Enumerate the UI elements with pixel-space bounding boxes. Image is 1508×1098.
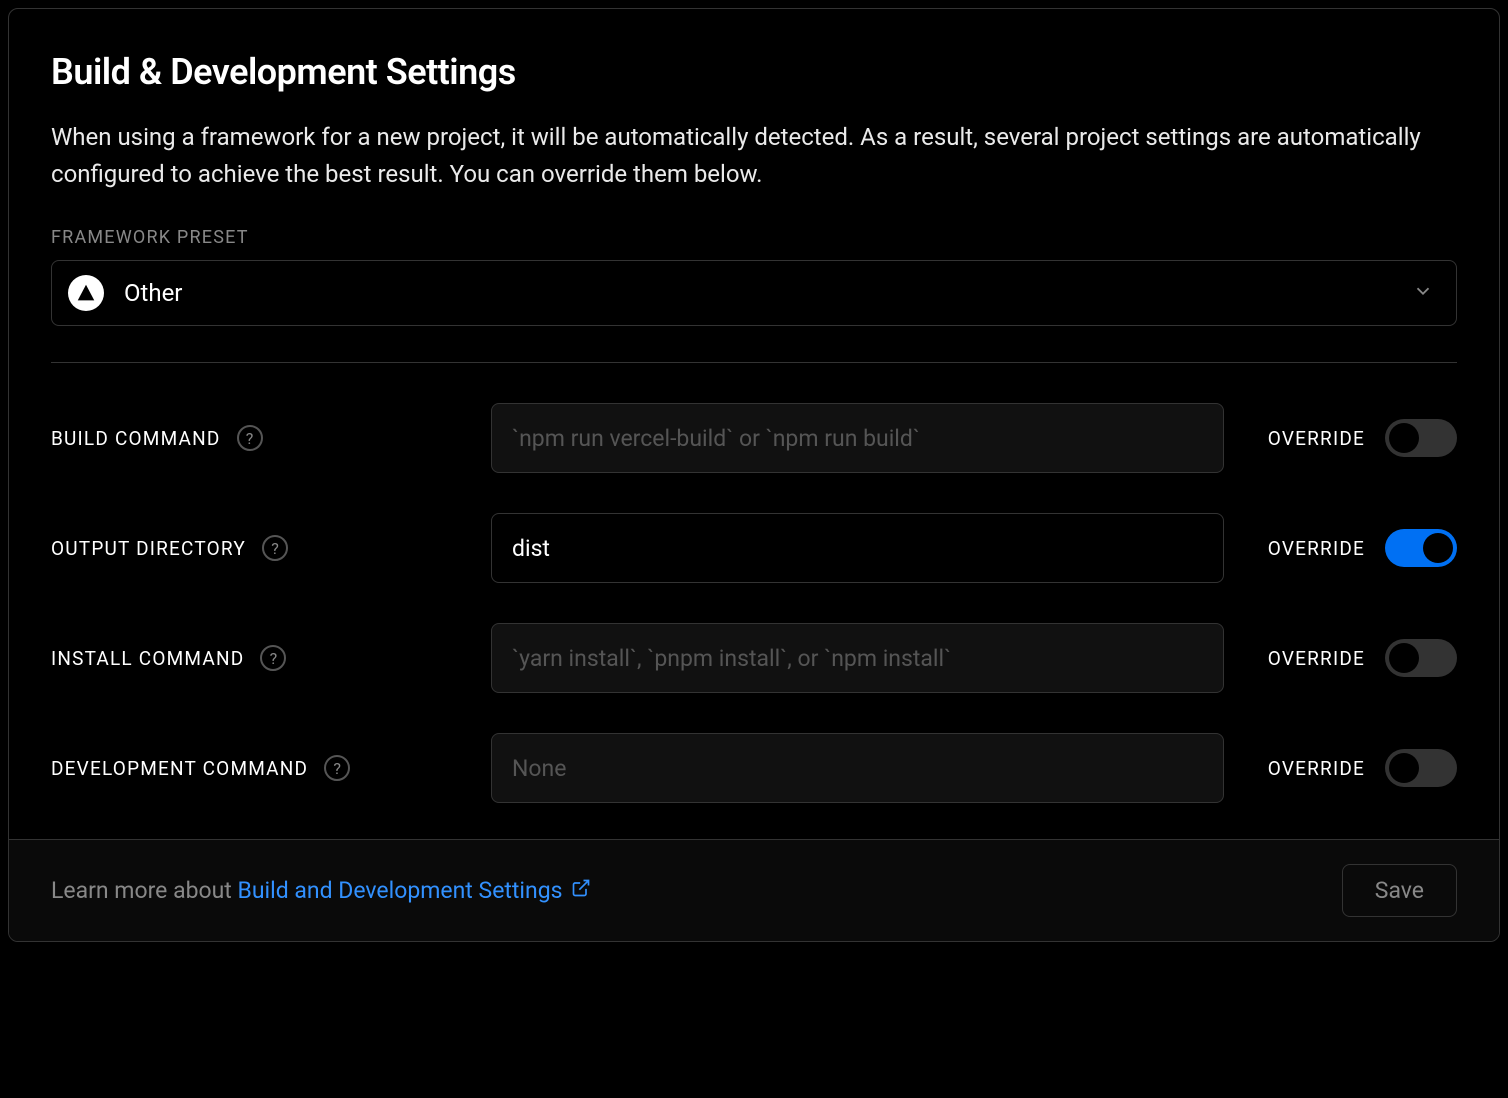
settings-panel: Build & Development Settings When using … (8, 8, 1500, 942)
divider (51, 362, 1457, 363)
footer-prefix: Learn more about (51, 877, 238, 904)
output-directory-input[interactable] (491, 513, 1224, 583)
panel-body: Build & Development Settings When using … (9, 9, 1499, 839)
triangle-icon (68, 275, 104, 311)
override-label: OVERRIDE (1268, 757, 1365, 780)
development-command-override-toggle[interactable] (1385, 749, 1457, 787)
install-command-row: INSTALL COMMAND ? OVERRIDE (51, 623, 1457, 693)
footer-text: Learn more about Build and Development S… (51, 877, 591, 904)
output-directory-override-toggle[interactable] (1385, 529, 1457, 567)
build-command-override-toggle[interactable] (1385, 419, 1457, 457)
panel-footer: Learn more about Build and Development S… (9, 839, 1499, 941)
build-command-label: BUILD COMMAND (51, 427, 221, 450)
framework-preset-select[interactable]: Other (51, 260, 1457, 326)
chevron-down-icon (1412, 280, 1434, 306)
settings-description: When using a framework for a new project… (51, 119, 1457, 193)
framework-preset-value: Other (124, 279, 182, 307)
development-command-input[interactable] (491, 733, 1224, 803)
development-command-label: DEVELOPMENT COMMAND (51, 757, 308, 780)
override-label: OVERRIDE (1268, 537, 1365, 560)
framework-preset-label: FRAMEWORK PRESET (51, 227, 1457, 248)
development-command-row: DEVELOPMENT COMMAND ? OVERRIDE (51, 733, 1457, 803)
docs-link[interactable]: Build and Development Settings (238, 877, 591, 904)
help-icon[interactable]: ? (260, 645, 286, 671)
output-directory-label: OUTPUT DIRECTORY (51, 537, 246, 560)
install-command-input[interactable] (491, 623, 1224, 693)
override-label: OVERRIDE (1268, 427, 1365, 450)
page-title: Build & Development Settings (51, 51, 1457, 93)
install-command-override-toggle[interactable] (1385, 639, 1457, 677)
install-command-label: INSTALL COMMAND (51, 647, 244, 670)
external-link-icon (571, 877, 591, 904)
help-icon[interactable]: ? (324, 755, 350, 781)
help-icon[interactable]: ? (262, 535, 288, 561)
docs-link-text: Build and Development Settings (238, 877, 563, 904)
override-label: OVERRIDE (1268, 647, 1365, 670)
build-command-row: BUILD COMMAND ? OVERRIDE (51, 403, 1457, 473)
help-icon[interactable]: ? (237, 425, 263, 451)
output-directory-row: OUTPUT DIRECTORY ? OVERRIDE (51, 513, 1457, 583)
build-command-input[interactable] (491, 403, 1224, 473)
save-button[interactable]: Save (1342, 864, 1457, 917)
